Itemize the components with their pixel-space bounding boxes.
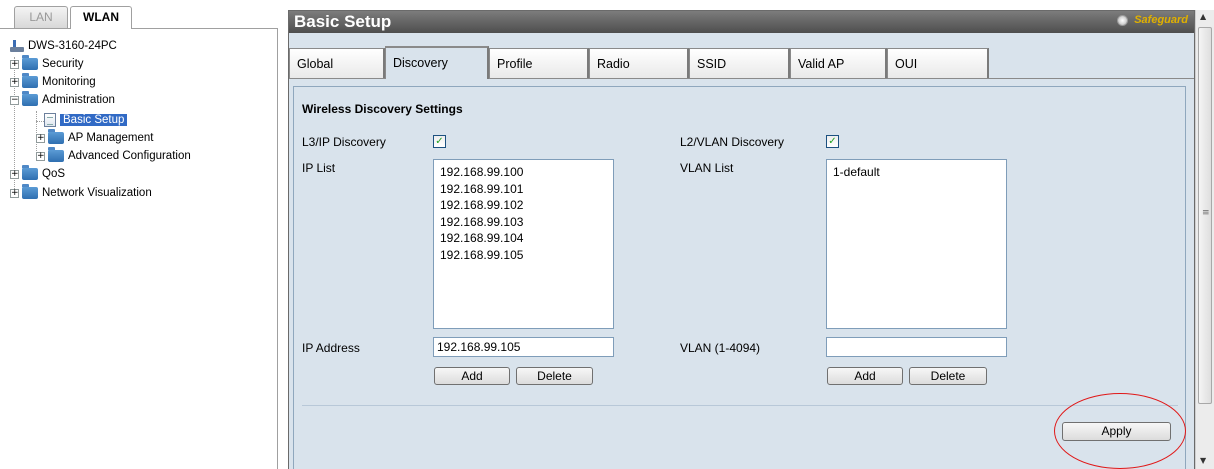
tree-item-label: DWS-3160-24PC <box>28 40 117 52</box>
ip-list-label: IP List <box>302 161 336 175</box>
tab-lan[interactable]: LAN <box>14 6 68 28</box>
section-title: Wireless Discovery Settings <box>302 102 463 116</box>
tree-item-label: QoS <box>42 168 66 180</box>
tree-item-label: Monitoring <box>42 76 96 88</box>
list-item[interactable]: 1-default <box>833 164 1000 181</box>
tree-item-device[interactable]: DWS-3160-24PC <box>10 38 117 54</box>
safeguard-label: Safeguard <box>1134 14 1188 26</box>
tree-connector <box>36 121 44 122</box>
switch-icon <box>10 40 24 52</box>
tab-discovery[interactable]: Discovery <box>385 46 489 79</box>
ip-address-input[interactable] <box>433 337 614 357</box>
tree-item-label: Security <box>42 58 84 70</box>
tab-bar: Global Discovery Profile Radio SSID Vali… <box>289 46 1194 79</box>
tree-item-label: AP Management <box>68 132 154 144</box>
tree-item-ap-management[interactable]: + AP Management <box>36 129 154 146</box>
ip-add-button[interactable]: Add <box>434 367 510 385</box>
tree-item-label: Basic Setup <box>60 114 128 126</box>
l2-discovery-checkbox[interactable]: ✓ <box>826 135 839 148</box>
list-item[interactable]: 192.168.99.103 <box>440 214 607 231</box>
tab-ssid[interactable]: SSID <box>689 48 790 78</box>
tree-item-administration[interactable]: − Administration <box>10 91 115 108</box>
navigation-panel: LAN WLAN DWS-3160-24PC + Security + Moni… <box>0 0 278 469</box>
list-item[interactable]: 192.168.99.105 <box>440 247 607 264</box>
tab-oui[interactable]: OUI <box>887 48 989 78</box>
section-divider <box>302 405 1178 406</box>
folder-icon <box>22 73 38 88</box>
vertical-scrollbar[interactable]: ▲ ≡ ▼ <box>1195 10 1214 469</box>
tree-item-label: Administration <box>42 94 115 106</box>
tree-item-advanced-configuration[interactable]: + Advanced Configuration <box>36 147 191 164</box>
expand-icon[interactable]: + <box>10 188 19 198</box>
ip-list[interactable]: 192.168.99.100 192.168.99.101 192.168.99… <box>433 159 614 329</box>
vlan-list[interactable]: 1-default <box>826 159 1007 329</box>
tree-item-network-visualization[interactable]: + Network Visualization <box>10 184 152 201</box>
list-item[interactable]: 192.168.99.102 <box>440 197 607 214</box>
folder-icon <box>22 165 38 180</box>
vlan-add-button[interactable]: Add <box>827 367 903 385</box>
tree-item-security[interactable]: + Security <box>10 55 84 72</box>
scroll-up-icon[interactable]: ▲ <box>1200 12 1206 21</box>
expand-icon[interactable]: + <box>10 59 19 69</box>
vlan-input[interactable] <box>826 337 1007 357</box>
safeguard-indicator[interactable]: Safeguard <box>1117 14 1188 26</box>
tree-item-label: Advanced Configuration <box>68 150 191 162</box>
tab-valid-ap[interactable]: Valid AP <box>790 48 887 78</box>
expand-icon[interactable]: + <box>10 77 19 87</box>
tab-profile[interactable]: Profile <box>489 48 589 78</box>
collapse-icon[interactable]: − <box>10 95 19 105</box>
apply-button[interactable]: Apply <box>1062 422 1171 441</box>
vlan-label: VLAN (1-4094) <box>680 341 761 355</box>
ip-delete-button[interactable]: Delete <box>516 367 593 385</box>
expand-icon[interactable]: + <box>36 133 45 143</box>
tree-item-qos[interactable]: + QoS <box>10 165 66 182</box>
tab-divider <box>0 28 278 29</box>
tree-item-monitoring[interactable]: + Monitoring <box>10 73 96 90</box>
grip-icon: ≡ <box>1202 208 1210 218</box>
tab-wlan[interactable]: WLAN <box>70 6 132 29</box>
safeguard-icon <box>1117 14 1129 26</box>
tab-global[interactable]: Global <box>289 48 385 78</box>
l3-discovery-label: L3/IP Discovery <box>302 135 386 149</box>
title-bar: Basic Setup Safeguard <box>289 11 1194 33</box>
expand-icon[interactable]: + <box>36 151 45 161</box>
tab-radio[interactable]: Radio <box>589 48 689 78</box>
panel-divider <box>277 28 278 469</box>
vlan-list-label: VLAN List <box>680 161 734 175</box>
list-item[interactable]: 192.168.99.101 <box>440 181 607 198</box>
list-item[interactable]: 192.168.99.104 <box>440 230 607 247</box>
folder-icon <box>22 184 38 199</box>
list-item[interactable]: 192.168.99.100 <box>440 164 607 181</box>
folder-icon <box>48 129 64 144</box>
folder-icon <box>48 147 64 162</box>
vlan-delete-button[interactable]: Delete <box>909 367 987 385</box>
expand-icon[interactable]: + <box>10 169 19 179</box>
l3-discovery-checkbox[interactable]: ✓ <box>433 135 446 148</box>
tree-item-basic-setup[interactable]: Basic Setup <box>44 112 128 128</box>
folder-open-icon <box>22 91 38 106</box>
scroll-thumb[interactable]: ≡ <box>1198 27 1212 404</box>
wireless-discovery-settings: Wireless Discovery Settings L3/IP Discov… <box>293 86 1186 469</box>
l2-discovery-label: L2/VLAN Discovery <box>680 135 785 149</box>
scroll-down-icon[interactable]: ▼ <box>1200 456 1206 465</box>
content-panel: Basic Setup Safeguard Global Discovery P… <box>288 10 1195 469</box>
ip-address-label: IP Address <box>302 341 360 355</box>
tree-item-label: Network Visualization <box>42 187 152 199</box>
page-title: Basic Setup <box>294 12 392 31</box>
page-icon <box>44 113 56 127</box>
folder-icon <box>22 55 38 70</box>
